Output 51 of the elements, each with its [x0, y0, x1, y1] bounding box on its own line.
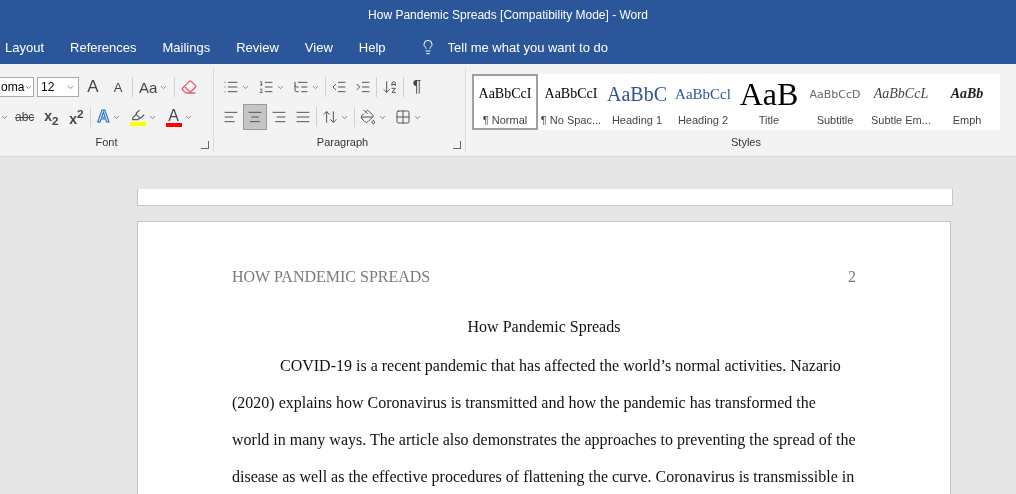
group-label: Paragraph	[316, 136, 369, 150]
outdent-icon	[331, 79, 347, 95]
document-title: How Pandemic Spreads	[466, 318, 622, 336]
font-size-field[interactable]: 12	[37, 77, 79, 97]
spacing-icon	[322, 109, 338, 125]
shrink-font-button[interactable]: A	[107, 75, 129, 99]
style-tile[interactable]: AaBbCcl Heading 2	[670, 74, 736, 130]
borders-icon	[395, 109, 411, 125]
style-tile[interactable]: AaB Title	[736, 74, 802, 130]
dialog-launcher-icon[interactable]	[201, 141, 209, 149]
strikethrough-button[interactable]: abc	[12, 105, 38, 129]
multilevel-icon	[293, 79, 309, 95]
justify-icon	[295, 109, 311, 125]
dialog-launcher-icon[interactable]	[453, 141, 461, 149]
indent-icon	[355, 79, 371, 95]
style-tile[interactable]: AaBbCcD Subtitle	[802, 74, 868, 130]
center-button[interactable]	[244, 105, 266, 129]
tell-me-field[interactable]: Tell me what you want to do	[445, 38, 650, 56]
window-title: How Pandemic Spreads [Compatibility Mode] - Word	[368, 8, 648, 22]
group-label: Styles	[731, 136, 761, 150]
running-head: HOW PANDEMIC SPREADS	[232, 268, 431, 286]
style-tile[interactable]: AaBbCcL Subtle Em...	[868, 74, 934, 130]
page-number: 2	[848, 268, 856, 286]
style-tile[interactable]: AaBbCcI ¶ Normal	[472, 74, 538, 130]
ribbon-tab[interactable]: Layout	[5, 39, 58, 55]
ribbon-tab[interactable]: Help	[358, 39, 399, 55]
body-paragraph: COVID-19 is a recent pandemic that has affected the world’s normal activities. Nazario (2020) explains how Coronavirus is transmitted and how the pandemic has transformed the world in many ways. The article also demonstrates the approaches to preventing the spread of the disease as well as the effective procedures of flattening the curve. Coronavirus is transmissible in	[232, 356, 856, 488]
grow-font-button[interactable]: A	[82, 75, 104, 99]
ribbon-tab[interactable]: Review	[236, 39, 292, 55]
group-label: Font	[95, 136, 118, 150]
ribbon-tab[interactable]: View	[304, 39, 346, 55]
style-tile[interactable]: AaBbC Heading 1	[604, 74, 670, 130]
change-case-button[interactable]: Aa	[136, 75, 172, 99]
font-name-field[interactable]: oma	[0, 77, 34, 97]
ribbon-tab[interactable]: Mailings	[162, 39, 224, 55]
bullets-icon	[223, 79, 239, 95]
eraser-icon	[181, 79, 198, 95]
show-marks-button[interactable]: ¶	[406, 75, 428, 99]
style-tile[interactable]: AaBbCcI ¶ No Spac...	[538, 74, 604, 130]
numbering-icon	[258, 79, 274, 95]
right-icon	[271, 109, 287, 125]
left-icon	[223, 109, 239, 125]
ribbon-tab[interactable]: References	[70, 39, 150, 55]
highlighter-icon	[130, 108, 145, 122]
superscript-button[interactable]: x$^{2}$	[65, 105, 88, 129]
style-tile[interactable]: AaBb Emph	[934, 74, 1000, 130]
subscript-button[interactable]: x$_{2}$	[40, 105, 63, 129]
sort-icon	[382, 79, 398, 95]
center-icon	[247, 109, 263, 125]
font-color-button[interactable]: A	[162, 105, 196, 129]
shading-icon	[360, 109, 376, 125]
